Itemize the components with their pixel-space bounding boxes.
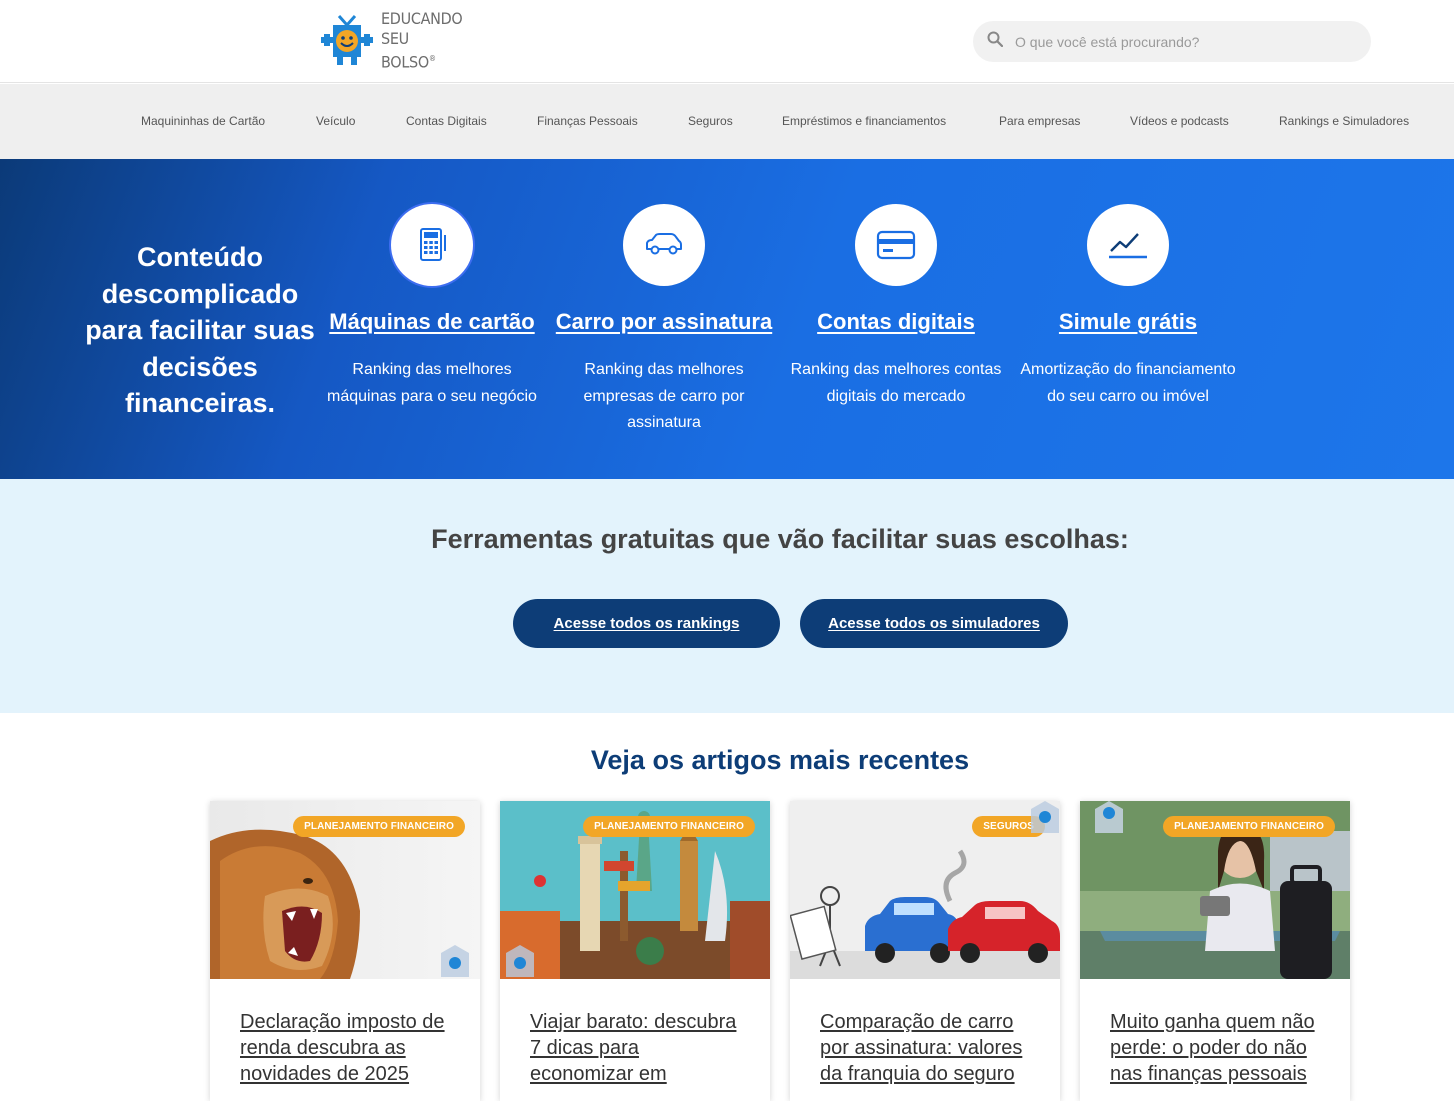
- nav-item-videos-podcasts[interactable]: Vídeos e podcasts: [1130, 114, 1229, 128]
- feature-contas-digitais: Contas digitais Ranking das melhores con…: [781, 204, 1011, 410]
- logo-line-2-text: SEU BOLSO: [381, 29, 429, 72]
- article-card[interactable]: PLANEJAMENTO FINANCEIRO Viajar barato: d…: [500, 801, 770, 1101]
- feature-description: Amortização do financiamento do seu carr…: [1020, 361, 1236, 405]
- feature-title[interactable]: Contas digitais: [781, 309, 1011, 335]
- category-badge[interactable]: PLANEJAMENTO FINANCEIRO: [1163, 816, 1335, 837]
- calculator-icon[interactable]: [391, 204, 473, 286]
- feature-simule-gratis: Simule grátis Amortização do financiamen…: [1013, 204, 1243, 410]
- logo-mascot-icon: [319, 13, 375, 69]
- nav-item-para-empresas[interactable]: Para empresas: [999, 114, 1080, 128]
- feature-description: Ranking das melhores contas digitais do …: [790, 361, 1002, 405]
- article-title[interactable]: Muito ganha quem não perde: o poder do n…: [1110, 1009, 1320, 1087]
- credit-card-icon[interactable]: [855, 204, 937, 286]
- feature-title[interactable]: Máquinas de cartão: [317, 309, 547, 335]
- logo-text: EDUCANDO SEU BOLSO®: [381, 9, 464, 72]
- logo-watermark-icon: [438, 943, 472, 977]
- articles-title: Veja os artigos mais recentes: [590, 745, 970, 775]
- search-bar[interactable]: [973, 21, 1371, 62]
- tools-section: Ferramentas gratuitas que vão facilitar …: [0, 479, 1454, 713]
- hero-title: Conteúdo descomplicado para facilitar su…: [85, 242, 315, 418]
- car-icon[interactable]: [623, 204, 705, 286]
- search-input[interactable]: [1015, 33, 1345, 50]
- logo-watermark-icon: [1092, 801, 1126, 833]
- nav-item-maquininhas[interactable]: Maquininhas de Cartão: [141, 114, 265, 128]
- article-title[interactable]: Declaração imposto de renda descubra as …: [240, 1009, 450, 1087]
- simulators-button[interactable]: Acesse todos os simuladores: [800, 599, 1068, 648]
- article-thumbnail-travel[interactable]: PLANEJAMENTO FINANCEIRO: [500, 801, 770, 979]
- feature-description: Ranking das melhores máquinas para o seu…: [327, 361, 537, 405]
- article-thumbnail-woman-luggage[interactable]: PLANEJAMENTO FINANCEIRO: [1080, 801, 1350, 979]
- feature-description: Ranking das melhores empresas de carro p…: [583, 361, 745, 431]
- site-header: EDUCANDO SEU BOLSO®: [0, 0, 1454, 83]
- feature-title[interactable]: Carro por assinatura: [549, 309, 779, 335]
- logo-watermark-icon: [503, 943, 537, 977]
- logo-watermark-icon: [1028, 801, 1060, 833]
- search-icon: [987, 31, 1004, 52]
- registered-mark: ®: [428, 54, 436, 64]
- article-card[interactable]: PLANEJAMENTO FINANCEIRO Muito ganha quem…: [1080, 801, 1350, 1101]
- logo-line-2: SEU BOLSO®: [381, 29, 464, 72]
- tools-title: Ferramentas gratuitas que vão facilitar …: [431, 524, 1129, 554]
- nav-item-seguros[interactable]: Seguros: [688, 114, 733, 128]
- logo-line-1: EDUCANDO: [381, 9, 463, 29]
- feature-maquinas-de-cartao: Máquinas de cartão Ranking das melhores …: [317, 204, 547, 410]
- category-badge[interactable]: PLANEJAMENTO FINANCEIRO: [293, 816, 465, 837]
- feature-carro-por-assinatura: Carro por assinatura Ranking das melhore…: [549, 204, 779, 437]
- category-badge[interactable]: PLANEJAMENTO FINANCEIRO: [583, 816, 755, 837]
- chart-line-icon[interactable]: [1087, 204, 1169, 286]
- rankings-button[interactable]: Acesse todos os rankings: [513, 599, 780, 648]
- article-thumbnail-cars[interactable]: SEGUROS: [790, 801, 1060, 979]
- nav-item-veiculo[interactable]: Veículo: [316, 114, 355, 128]
- article-thumbnail-lion[interactable]: PLANEJAMENTO FINANCEIRO: [210, 801, 480, 979]
- article-title[interactable]: Comparação de carro por assinatura: valo…: [820, 1009, 1030, 1087]
- main-nav: Maquininhas de Cartão Veículo Contas Dig…: [0, 84, 1454, 159]
- feature-title[interactable]: Simule grátis: [1013, 309, 1243, 335]
- nav-item-financas-pessoais[interactable]: Finanças Pessoais: [537, 114, 638, 128]
- nav-item-rankings-simuladores[interactable]: Rankings e Simuladores: [1279, 114, 1409, 128]
- article-title[interactable]: Viajar barato: descubra 7 dicas para eco…: [530, 1009, 740, 1087]
- article-card[interactable]: SEGUROS Comparação de carro por assinatu…: [790, 801, 1060, 1101]
- article-card[interactable]: PLANEJAMENTO FINANCEIRO Declaração impos…: [210, 801, 480, 1101]
- logo[interactable]: EDUCANDO SEU BOLSO®: [319, 9, 464, 72]
- hero-banner: Conteúdo descomplicado para facilitar su…: [0, 159, 1454, 479]
- nav-item-contas-digitais[interactable]: Contas Digitais: [406, 114, 487, 128]
- nav-item-emprestimos[interactable]: Empréstimos e financiamentos: [782, 114, 946, 128]
